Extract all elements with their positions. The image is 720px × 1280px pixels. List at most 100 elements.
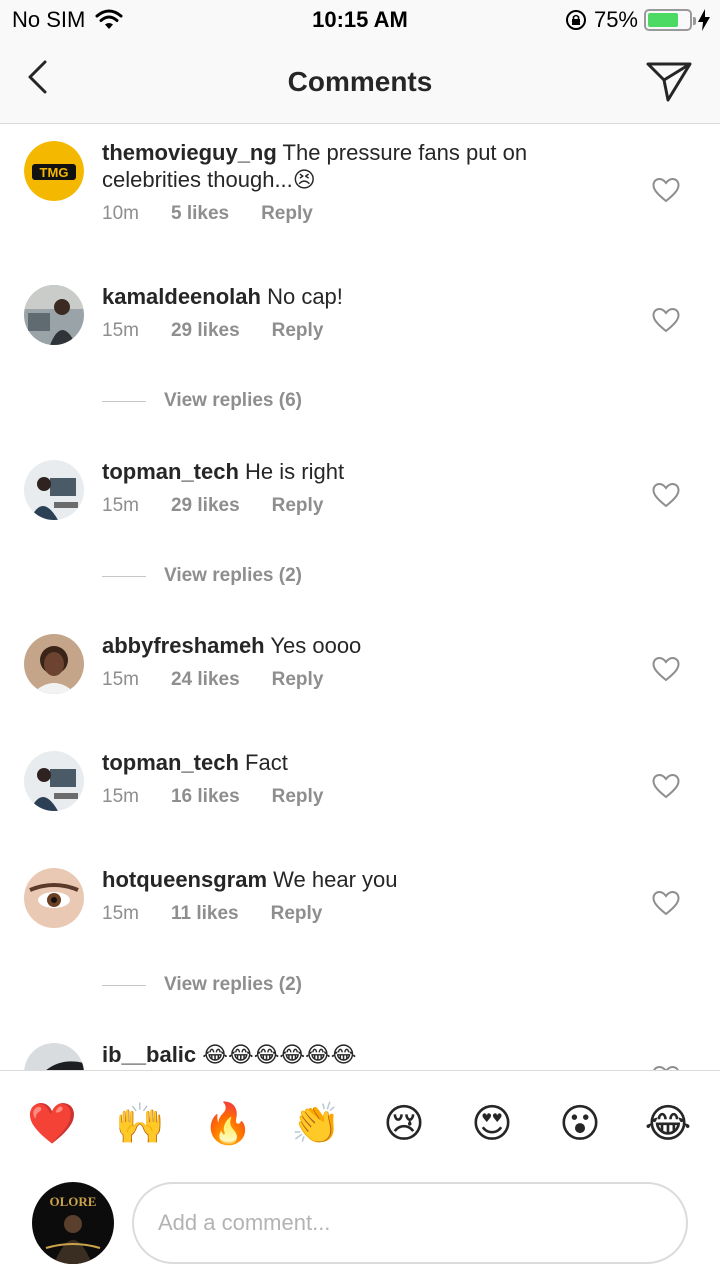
comment-likes[interactable]: 29 likes [171, 495, 240, 517]
current-user-avatar: OLORE [32, 1182, 114, 1264]
view-replies-button[interactable]: View replies (6) [102, 390, 302, 412]
comment-body: ib__balic 😂😂😂😂😂😂 [102, 1041, 602, 1068]
avatar[interactable] [24, 460, 84, 520]
heart-icon[interactable] [652, 307, 680, 333]
comment-text: themovieguy_ng The pressure fans put on … [102, 139, 602, 193]
heart-icon[interactable] [652, 890, 680, 916]
emoji-bar: ❤️ 🙌 🔥 👏 😢 😍 😮 😂 [0, 1070, 720, 1176]
emoji-clapping-button[interactable]: 👏 [286, 1100, 346, 1148]
comment-username[interactable]: abbyfreshameh [102, 633, 265, 658]
emoji-heart-eyes-button[interactable]: 😍 [462, 1100, 522, 1148]
heart-icon[interactable] [652, 482, 680, 508]
emoji-laughing-button[interactable]: 😂 [638, 1100, 698, 1148]
view-replies-button[interactable]: View replies (2) [102, 565, 302, 587]
comment-body: abbyfreshameh Yes oooo 15m 24 likes Repl… [102, 632, 602, 691]
comment-text: topman_tech He is right [102, 458, 602, 485]
comment-username[interactable]: topman_tech [102, 459, 239, 484]
battery-level [648, 13, 678, 27]
avatar[interactable] [24, 1043, 84, 1070]
avatar[interactable] [24, 751, 84, 811]
comment-time: 15m [102, 320, 139, 341]
comment-time: 15m [102, 903, 139, 924]
view-replies-line [102, 984, 146, 986]
avatar-photo [24, 460, 84, 520]
emoji-surprised-button[interactable]: 😮 [550, 1100, 610, 1148]
comment-body: topman_tech He is right 15m 29 likes Rep… [102, 458, 602, 517]
comment-username[interactable]: kamaldeenolah [102, 284, 261, 309]
wifi-icon [95, 9, 123, 29]
comment-text: topman_tech Fact [102, 749, 602, 776]
orientation-lock-icon [565, 10, 586, 30]
comments-list[interactable]: TMG themovieguy_ng The pressure fans put… [0, 125, 720, 1070]
charging-bolt-icon [698, 9, 710, 31]
comment-body: kamaldeenolah No cap! 15m 29 likes Reply [102, 283, 602, 342]
avatar-photo [24, 751, 84, 811]
heart-icon[interactable] [652, 656, 680, 682]
heart-icon[interactable] [652, 177, 680, 203]
emoji-heart-button[interactable]: ❤️ [22, 1100, 82, 1148]
comment-meta: 10m 5 likes Reply [102, 203, 602, 225]
comment-text: abbyfreshameh Yes oooo [102, 632, 602, 659]
comment-likes[interactable]: 29 likes [171, 320, 240, 342]
comments-header: Comments [0, 40, 720, 124]
emoji-crying-button[interactable]: 😢 [374, 1100, 434, 1148]
reply-button[interactable]: Reply [272, 669, 324, 691]
avatar[interactable] [24, 634, 84, 694]
comment-message: 😂😂😂😂😂😂 [202, 1042, 357, 1067]
view-replies-button[interactable]: View replies (2) [102, 974, 302, 996]
comment-meta: 15m 16 likes Reply [102, 786, 602, 808]
emoji-fire-button[interactable]: 🔥 [198, 1100, 258, 1148]
comment-message: Fact [245, 750, 288, 775]
avatar-photo [24, 285, 84, 345]
reply-button[interactable]: Reply [272, 320, 324, 342]
comment-username[interactable]: topman_tech [102, 750, 239, 775]
comment-body: themovieguy_ng The pressure fans put on … [102, 139, 602, 225]
comment-likes[interactable]: 16 likes [171, 786, 240, 808]
comment-message: Yes oooo [270, 633, 362, 658]
reply-button[interactable]: Reply [271, 903, 323, 925]
page-title: Comments [287, 66, 433, 97]
view-replies-label: View replies (6) [164, 390, 302, 411]
paper-plane-icon[interactable] [644, 56, 694, 106]
reply-button[interactable]: Reply [272, 495, 324, 517]
heart-icon[interactable] [652, 773, 680, 799]
view-replies-label: View replies (2) [164, 565, 302, 586]
comment-text: ib__balic 😂😂😂😂😂😂 [102, 1041, 602, 1068]
chevron-left-icon[interactable] [20, 58, 60, 98]
comment-time: 15m [102, 495, 139, 516]
comment-meta: 15m 29 likes Reply [102, 320, 602, 342]
comment-input[interactable] [132, 1182, 688, 1264]
avatar-photo [24, 1043, 84, 1070]
comment-username[interactable]: ib__balic [102, 1042, 196, 1067]
svg-text:TMG: TMG [40, 165, 69, 180]
avatar-photo: OLORE [32, 1182, 114, 1264]
view-replies-line [102, 400, 146, 402]
comment-text: hotqueensgram We hear you [102, 866, 602, 893]
avatar[interactable] [24, 285, 84, 345]
comment-meta: 15m 29 likes Reply [102, 495, 602, 517]
comment-likes[interactable]: 11 likes [171, 903, 239, 925]
reply-button[interactable]: Reply [261, 203, 313, 225]
status-left: No SIM [12, 7, 123, 33]
comment-username[interactable]: themovieguy_ng [102, 140, 277, 165]
comment-likes[interactable]: 5 likes [171, 203, 229, 225]
comment-time: 10m [102, 203, 139, 224]
status-right: 75% [564, 7, 710, 33]
avatar[interactable]: TMG [24, 141, 84, 201]
comment-composer: OLORE [0, 1176, 720, 1280]
svg-text:OLORE: OLORE [50, 1194, 97, 1209]
comment-body: hotqueensgram We hear you 15m 11 likes R… [102, 866, 602, 925]
avatar-photo [24, 634, 84, 694]
comment-message: We hear you [273, 867, 398, 892]
carrier-label: No SIM [12, 7, 86, 32]
comment-body: topman_tech Fact 15m 16 likes Reply [102, 749, 602, 808]
emoji-raised-hands-button[interactable]: 🙌 [110, 1100, 170, 1148]
status-bar: No SIM 10:15 AM 75% [0, 0, 720, 40]
comment-meta: 15m 11 likes Reply [102, 903, 602, 925]
avatar[interactable] [24, 868, 84, 928]
reply-button[interactable]: Reply [272, 786, 324, 808]
comment-time: 15m [102, 786, 139, 807]
comment-likes[interactable]: 24 likes [171, 669, 240, 691]
comment-username[interactable]: hotqueensgram [102, 867, 267, 892]
avatar-photo [24, 868, 84, 928]
